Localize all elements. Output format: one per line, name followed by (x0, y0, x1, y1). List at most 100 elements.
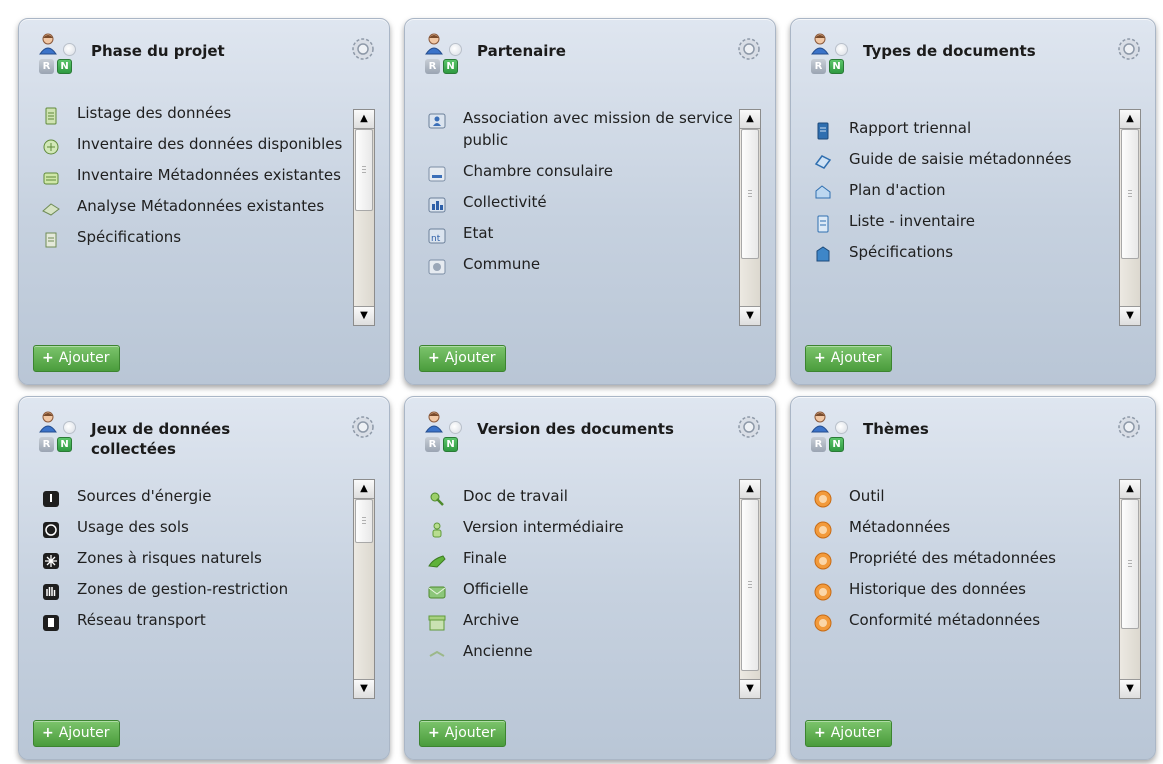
list-item[interactable]: Collectivité (417, 191, 735, 213)
action-plan-icon (815, 185, 831, 199)
scroll-thumb[interactable] (1121, 129, 1139, 259)
radio-icon[interactable] (63, 43, 76, 56)
scroll-thumb[interactable] (741, 499, 759, 671)
theme-bullet-icon (814, 614, 832, 632)
list-item[interactable]: Analyse Métadonnées existantes (31, 195, 349, 217)
list-item[interactable]: Propriété des métadonnées (803, 547, 1115, 570)
panel-themes: Thèmes R N Outil Métadonnées Propriété d… (790, 396, 1156, 760)
n-badge[interactable]: N (57, 59, 72, 74)
list-item[interactable]: Version intermédiaire (417, 516, 735, 538)
scroll-down-button[interactable]: ▼ (1120, 306, 1140, 325)
list-item[interactable]: Spécifications (31, 226, 349, 248)
list-item[interactable]: Association avec mission de service publ… (417, 107, 735, 151)
list-item[interactable]: Inventaire Métadonnées existantes (31, 164, 349, 186)
list-item[interactable]: Listage des données (31, 102, 349, 125)
radio-icon[interactable] (449, 43, 462, 56)
list-item[interactable]: Outil (803, 485, 1115, 508)
r-badge[interactable]: R (425, 59, 440, 74)
add-button[interactable]: + Ajouter (805, 345, 892, 372)
scroll-thumb[interactable] (741, 129, 759, 259)
item-label: Etat (463, 224, 494, 242)
list-item[interactable]: Inventaire des données disponibles (31, 133, 349, 155)
list-item[interactable]: Rapport triennal (803, 117, 1115, 140)
list-item[interactable]: Chambre consulaire (417, 160, 735, 182)
list-item[interactable]: Sources d'énergie (31, 485, 349, 507)
list-item[interactable]: Zones à risques naturels (31, 547, 349, 569)
add-button[interactable]: + Ajouter (33, 720, 120, 747)
user-icon[interactable] (39, 33, 57, 55)
radio-icon[interactable] (449, 421, 462, 434)
add-button-label: Ajouter (58, 350, 110, 366)
add-button[interactable]: + Ajouter (419, 345, 506, 372)
list-item[interactable]: Doc de travail (417, 485, 735, 507)
n-badge[interactable]: N (57, 437, 72, 452)
list-item[interactable]: Plan d'action (803, 179, 1115, 201)
scroll-down-button[interactable]: ▼ (740, 679, 760, 698)
list-item[interactable]: Ancienne (417, 640, 735, 662)
gear-icon[interactable] (1117, 37, 1141, 61)
item-label: Inventaire Métadonnées existantes (77, 166, 341, 184)
list-item[interactable]: Archive (417, 609, 735, 631)
scroll-thumb[interactable] (355, 499, 373, 543)
add-button[interactable]: + Ajouter (33, 345, 120, 372)
scroll-up-button[interactable]: ▲ (354, 480, 374, 499)
list-item[interactable]: Conformité métadonnées (803, 609, 1115, 632)
radio-icon[interactable] (835, 421, 848, 434)
user-icon[interactable] (39, 411, 57, 433)
r-badge[interactable]: R (425, 437, 440, 452)
gear-icon[interactable] (351, 37, 375, 61)
r-badge[interactable]: R (39, 437, 54, 452)
plus-icon: + (428, 350, 440, 366)
list-item[interactable]: Métadonnées (803, 516, 1115, 539)
list-item[interactable]: Spécifications (803, 241, 1115, 263)
r-badge[interactable]: R (811, 59, 826, 74)
r-badge[interactable]: R (39, 59, 54, 74)
list-item[interactable]: Officielle (417, 578, 735, 600)
n-badge[interactable]: N (829, 59, 844, 74)
scroll-thumb[interactable] (1121, 499, 1139, 629)
scrollbar[interactable]: ▲ ▼ (1119, 109, 1141, 326)
chamber-icon (428, 166, 446, 182)
scroll-up-button[interactable]: ▲ (1120, 480, 1140, 499)
list-item[interactable]: Commune (417, 253, 735, 275)
scroll-down-button[interactable]: ▼ (740, 306, 760, 325)
scrollbar[interactable]: ▲ ▼ (739, 109, 761, 326)
list-inventory-icon (817, 215, 829, 233)
list-item[interactable]: nt Etat (417, 222, 735, 244)
scrollbar[interactable]: ▲ ▼ (739, 479, 761, 699)
user-icon[interactable] (811, 33, 829, 55)
scroll-down-button[interactable]: ▼ (354, 306, 374, 325)
r-badge[interactable]: R (811, 437, 826, 452)
user-icon[interactable] (811, 411, 829, 433)
n-badge[interactable]: N (829, 437, 844, 452)
add-button[interactable]: + Ajouter (419, 720, 506, 747)
gear-icon[interactable] (351, 415, 375, 439)
add-button[interactable]: + Ajouter (805, 720, 892, 747)
list-item[interactable]: Réseau transport (31, 609, 349, 631)
list-item[interactable]: Usage des sols (31, 516, 349, 538)
scroll-up-button[interactable]: ▲ (740, 480, 760, 499)
radio-icon[interactable] (835, 43, 848, 56)
scrollbar[interactable]: ▲ ▼ (353, 109, 375, 326)
gear-icon[interactable] (737, 37, 761, 61)
n-badge[interactable]: N (443, 437, 458, 452)
gear-icon[interactable] (737, 415, 761, 439)
user-icon[interactable] (425, 33, 443, 55)
scroll-down-button[interactable]: ▼ (1120, 679, 1140, 698)
scroll-up-button[interactable]: ▲ (1120, 110, 1140, 129)
gear-icon[interactable] (1117, 415, 1141, 439)
user-icon[interactable] (425, 411, 443, 433)
scrollbar[interactable]: ▲ ▼ (1119, 479, 1141, 699)
list-item[interactable]: Finale (417, 547, 735, 569)
scroll-down-button[interactable]: ▼ (354, 679, 374, 698)
scroll-up-button[interactable]: ▲ (354, 110, 374, 129)
list-item[interactable]: Zones de gestion-restriction (31, 578, 349, 600)
scroll-up-button[interactable]: ▲ (740, 110, 760, 129)
list-item[interactable]: Guide de saisie métadonnées (803, 148, 1115, 170)
scrollbar[interactable]: ▲ ▼ (353, 479, 375, 699)
n-badge[interactable]: N (443, 59, 458, 74)
radio-icon[interactable] (63, 421, 76, 434)
list-item[interactable]: Historique des données (803, 578, 1115, 601)
scroll-thumb[interactable] (355, 129, 373, 211)
list-item[interactable]: Liste - inventaire (803, 210, 1115, 233)
